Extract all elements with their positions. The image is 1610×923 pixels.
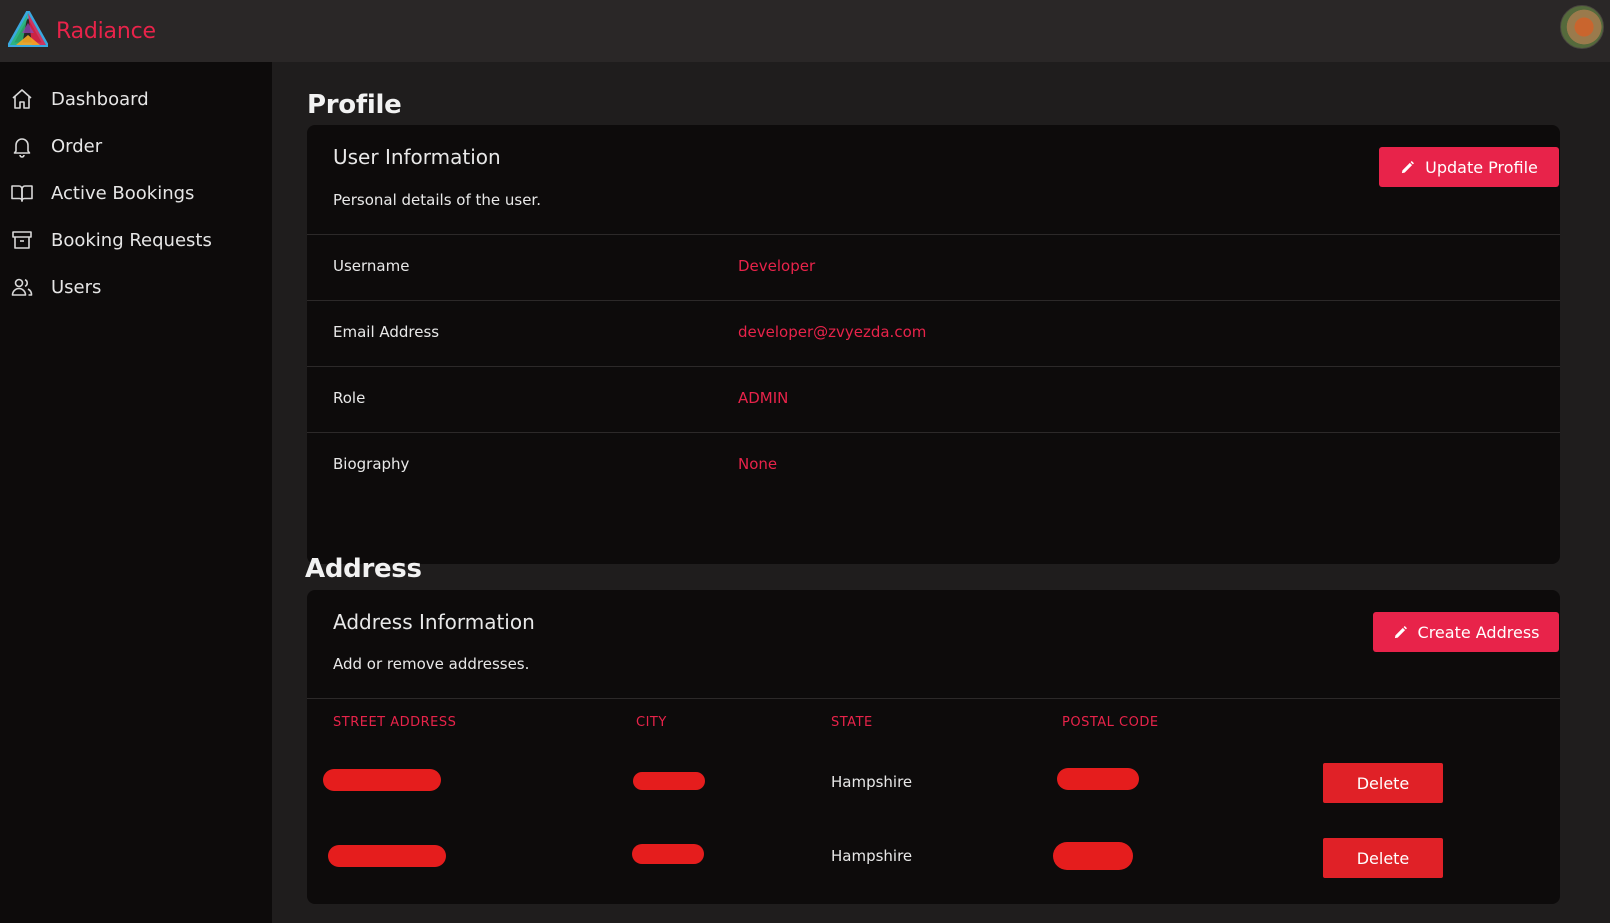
sidebar-item-label: Active Bookings xyxy=(51,182,195,204)
field-value: ADMIN xyxy=(738,389,789,407)
app-name: Radiance xyxy=(56,18,156,44)
bell-icon xyxy=(10,134,34,158)
sidebar-item-label: Users xyxy=(51,276,102,298)
sidebar-item-label: Booking Requests xyxy=(51,229,212,251)
pencil-icon xyxy=(1394,625,1407,638)
field-label: Email Address xyxy=(333,323,440,341)
update-profile-label: Update Profile xyxy=(1425,157,1538,177)
sidebar-item-users[interactable]: Users xyxy=(0,267,272,307)
info-row-email: Email Address developer@zvyezda.com xyxy=(307,300,1560,366)
info-row-username: Username Developer xyxy=(307,234,1560,300)
field-value: developer@zvyezda.com xyxy=(738,323,927,341)
redacted-city xyxy=(632,844,704,864)
redacted-city xyxy=(633,772,705,790)
column-header-city: CITY xyxy=(636,715,667,730)
info-row-biography: Biography None xyxy=(307,432,1560,498)
archive-icon xyxy=(10,228,34,252)
sidebar-item-label: Order xyxy=(51,135,103,157)
top-bar: Radiance xyxy=(0,0,1610,62)
book-open-icon xyxy=(10,181,34,205)
redacted-street xyxy=(328,845,446,867)
info-row-role: Role ADMIN xyxy=(307,366,1560,432)
home-icon xyxy=(10,87,34,111)
profile-section-title: Profile xyxy=(307,90,402,120)
field-label: Username xyxy=(333,257,410,275)
radiance-logo-icon xyxy=(5,7,51,51)
field-label: Biography xyxy=(333,455,410,473)
column-header-street: STREET ADDRESS xyxy=(333,715,457,730)
sidebar-item-dashboard[interactable]: Dashboard xyxy=(0,79,272,119)
field-value: Developer xyxy=(738,257,816,275)
update-profile-button[interactable]: Update Profile xyxy=(1379,147,1559,187)
redacted-street xyxy=(323,769,441,791)
sidebar-item-label: Dashboard xyxy=(51,88,149,110)
redacted-postal-code xyxy=(1053,842,1133,870)
main-content: Profile User Information Personal detail… xyxy=(272,62,1610,923)
card-subtitle: Personal details of the user. xyxy=(333,191,541,209)
state-cell: Hampshire xyxy=(831,773,913,791)
column-header-state: STATE xyxy=(831,715,873,730)
redacted-postal-code xyxy=(1057,768,1139,790)
user-avatar[interactable] xyxy=(1560,5,1604,49)
pencil-icon xyxy=(1401,160,1415,173)
column-header-postal-code: POSTAL CODE xyxy=(1062,715,1159,730)
field-label: Role xyxy=(333,389,366,407)
card-title: User Information xyxy=(333,145,501,169)
divider xyxy=(307,698,1560,699)
user-information-card: User Information Personal details of the… xyxy=(307,125,1560,564)
sidebar-item-order[interactable]: Order xyxy=(0,126,272,166)
card-title: Address Information xyxy=(333,610,535,634)
create-address-label: Create Address xyxy=(1417,622,1540,642)
delete-address-button[interactable]: Delete xyxy=(1323,763,1443,803)
sidebar-item-active-bookings[interactable]: Active Bookings xyxy=(0,173,272,213)
users-icon xyxy=(10,275,34,299)
create-address-button[interactable]: Create Address xyxy=(1373,612,1559,652)
field-value: None xyxy=(738,455,778,473)
sidebar-item-booking-requests[interactable]: Booking Requests xyxy=(0,220,272,260)
card-subtitle: Add or remove addresses. xyxy=(333,655,530,673)
brand[interactable]: Radiance xyxy=(5,7,156,51)
address-section-title: Address xyxy=(305,554,422,584)
delete-address-button[interactable]: Delete xyxy=(1323,838,1443,878)
sidebar: Dashboard Order Active Bookings Booking … xyxy=(0,62,272,923)
state-cell: Hampshire xyxy=(831,847,913,865)
